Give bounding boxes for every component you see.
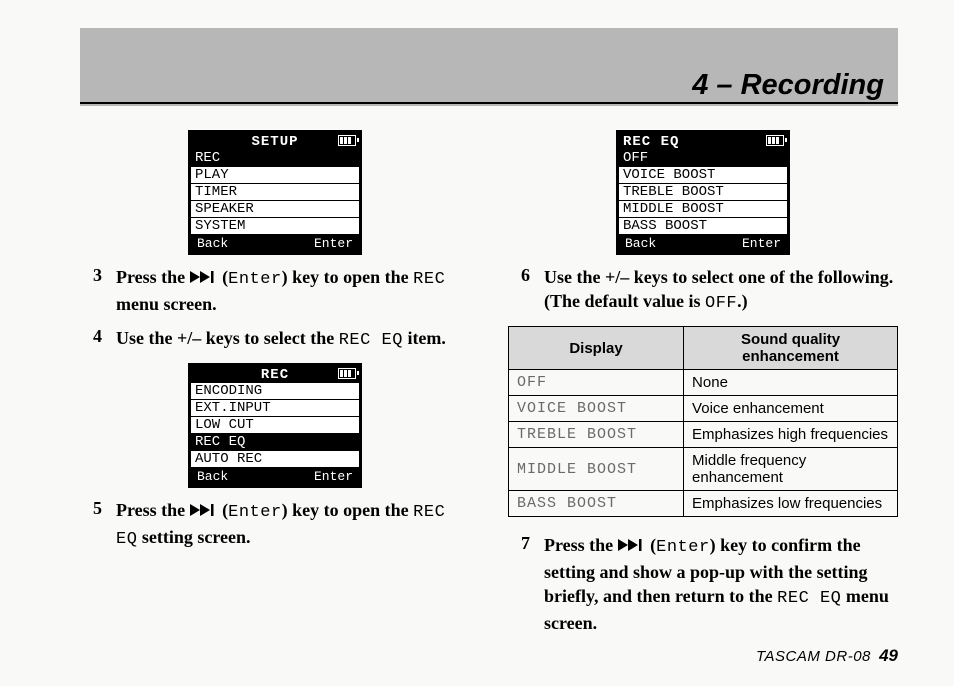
step-5: 5 Press the (Enter) key to open the REC … [80, 498, 470, 552]
section-rule [80, 102, 898, 104]
default-value: OFF [705, 294, 737, 313]
cell-desc: Voice enhancement [684, 396, 898, 422]
key-label: Enter [228, 270, 282, 289]
cell-desc: Emphasizes high frequencies [684, 422, 898, 448]
cell-desc: Middle frequency enhancement [684, 448, 898, 491]
th-desc: Sound quality enhancement [684, 327, 898, 370]
lcd-back: Back [625, 237, 656, 250]
lcd-setup: SETUP REC PLAY TIMER SPEAKER SYSTEM Back… [188, 130, 362, 255]
key-label: Enter [228, 503, 282, 522]
step-number: 4 [80, 326, 102, 353]
menu-name: REC EQ [339, 331, 403, 350]
lcd-item: TIMER [191, 184, 359, 201]
lcd-rec: REC ENCODING EXT.INPUT LOW CUT REC EQ AU… [188, 363, 362, 488]
key-label: Enter [656, 538, 710, 557]
lcd-item: REC EQ [191, 434, 359, 451]
step-7: 7 Press the (Enter) key to confirm the s… [508, 533, 898, 635]
step-body: Use the +/– keys to select one of the fo… [544, 265, 898, 316]
step-number: 3 [80, 265, 102, 316]
page-number: 49 [879, 646, 898, 665]
step-3: 3 Press the (Enter) key to open the REC … [80, 265, 470, 316]
step-number: 5 [80, 498, 102, 552]
lcd-receq: REC EQ OFF VOICE BOOST TREBLE BOOST MIDD… [616, 130, 790, 255]
lcd-footer: Back Enter [191, 468, 359, 485]
lcd-item: MIDDLE BOOST [619, 201, 787, 218]
lcd-item: LOW CUT [191, 417, 359, 434]
table-row: VOICE BOOSTVoice enhancement [509, 396, 898, 422]
cell-display: TREBLE BOOST [509, 422, 684, 448]
cell-display: BASS BOOST [509, 491, 684, 517]
lcd-title: REC [261, 368, 289, 382]
step-number: 7 [508, 533, 530, 635]
cell-display: VOICE BOOST [509, 396, 684, 422]
lcd-item: EXT.INPUT [191, 400, 359, 417]
step-6: 6 Use the +/– keys to select one of the … [508, 265, 898, 316]
product-name: TASCAM DR-08 [756, 648, 871, 665]
fast-forward-icon [190, 266, 218, 290]
lcd-enter: Enter [314, 470, 353, 483]
step-body: Press the (Enter) key to open the REC me… [116, 265, 470, 316]
menu-name: REC EQ [777, 589, 841, 608]
left-column: SETUP REC PLAY TIMER SPEAKER SYSTEM Back… [80, 122, 470, 620]
cell-display: MIDDLE BOOST [509, 448, 684, 491]
fast-forward-icon [190, 499, 218, 523]
cell-display: OFF [509, 370, 684, 396]
lcd-item: TREBLE BOOST [619, 184, 787, 201]
lcd-title: REC EQ [623, 135, 679, 149]
right-column: REC EQ OFF VOICE BOOST TREBLE BOOST MIDD… [508, 122, 898, 620]
lcd-item: VOICE BOOST [619, 167, 787, 184]
table-header-row: Display Sound quality enhancement [509, 327, 898, 370]
lcd-item: REC [191, 150, 359, 167]
step-body: Press the (Enter) key to open the REC EQ… [116, 498, 470, 552]
cell-desc: Emphasizes low frequencies [684, 491, 898, 517]
table-row: MIDDLE BOOSTMiddle frequency enhancement [509, 448, 898, 491]
lcd-enter: Enter [314, 237, 353, 250]
th-display: Display [509, 327, 684, 370]
lcd-item: ENCODING [191, 383, 359, 400]
eq-table: Display Sound quality enhancement OFFNon… [508, 326, 898, 517]
table-row: OFFNone [509, 370, 898, 396]
battery-icon [766, 135, 784, 146]
battery-icon [338, 368, 356, 379]
lcd-title: SETUP [251, 135, 298, 149]
lcd-header: REC EQ [619, 133, 787, 150]
lcd-item: OFF [619, 150, 787, 167]
lcd-item: BASS BOOST [619, 218, 787, 235]
lcd-back: Back [197, 237, 228, 250]
lcd-back: Back [197, 470, 228, 483]
lcd-header: SETUP [191, 133, 359, 150]
lcd-enter: Enter [742, 237, 781, 250]
step-4: 4 Use the +/– keys to select the REC EQ … [80, 326, 470, 353]
fast-forward-icon [618, 534, 646, 558]
section-title: 4 – Recording [692, 69, 884, 102]
table-row: TREBLE BOOSTEmphasizes high frequencies [509, 422, 898, 448]
lcd-footer: Back Enter [191, 235, 359, 252]
lcd-item: SYSTEM [191, 218, 359, 235]
step-body: Use the +/– keys to select the REC EQ it… [116, 326, 470, 353]
lcd-item: PLAY [191, 167, 359, 184]
table-row: BASS BOOSTEmphasizes low frequencies [509, 491, 898, 517]
cell-desc: None [684, 370, 898, 396]
menu-name: REC [413, 270, 445, 289]
lcd-header: REC [191, 366, 359, 383]
section-banner: 4 – Recording [80, 28, 898, 106]
page-footer: TASCAM DR-08 49 [756, 646, 898, 666]
lcd-item: AUTO REC [191, 451, 359, 468]
lcd-item: SPEAKER [191, 201, 359, 218]
step-body: Press the (Enter) key to confirm the set… [544, 533, 898, 635]
lcd-footer: Back Enter [619, 235, 787, 252]
battery-icon [338, 135, 356, 146]
step-number: 6 [508, 265, 530, 316]
